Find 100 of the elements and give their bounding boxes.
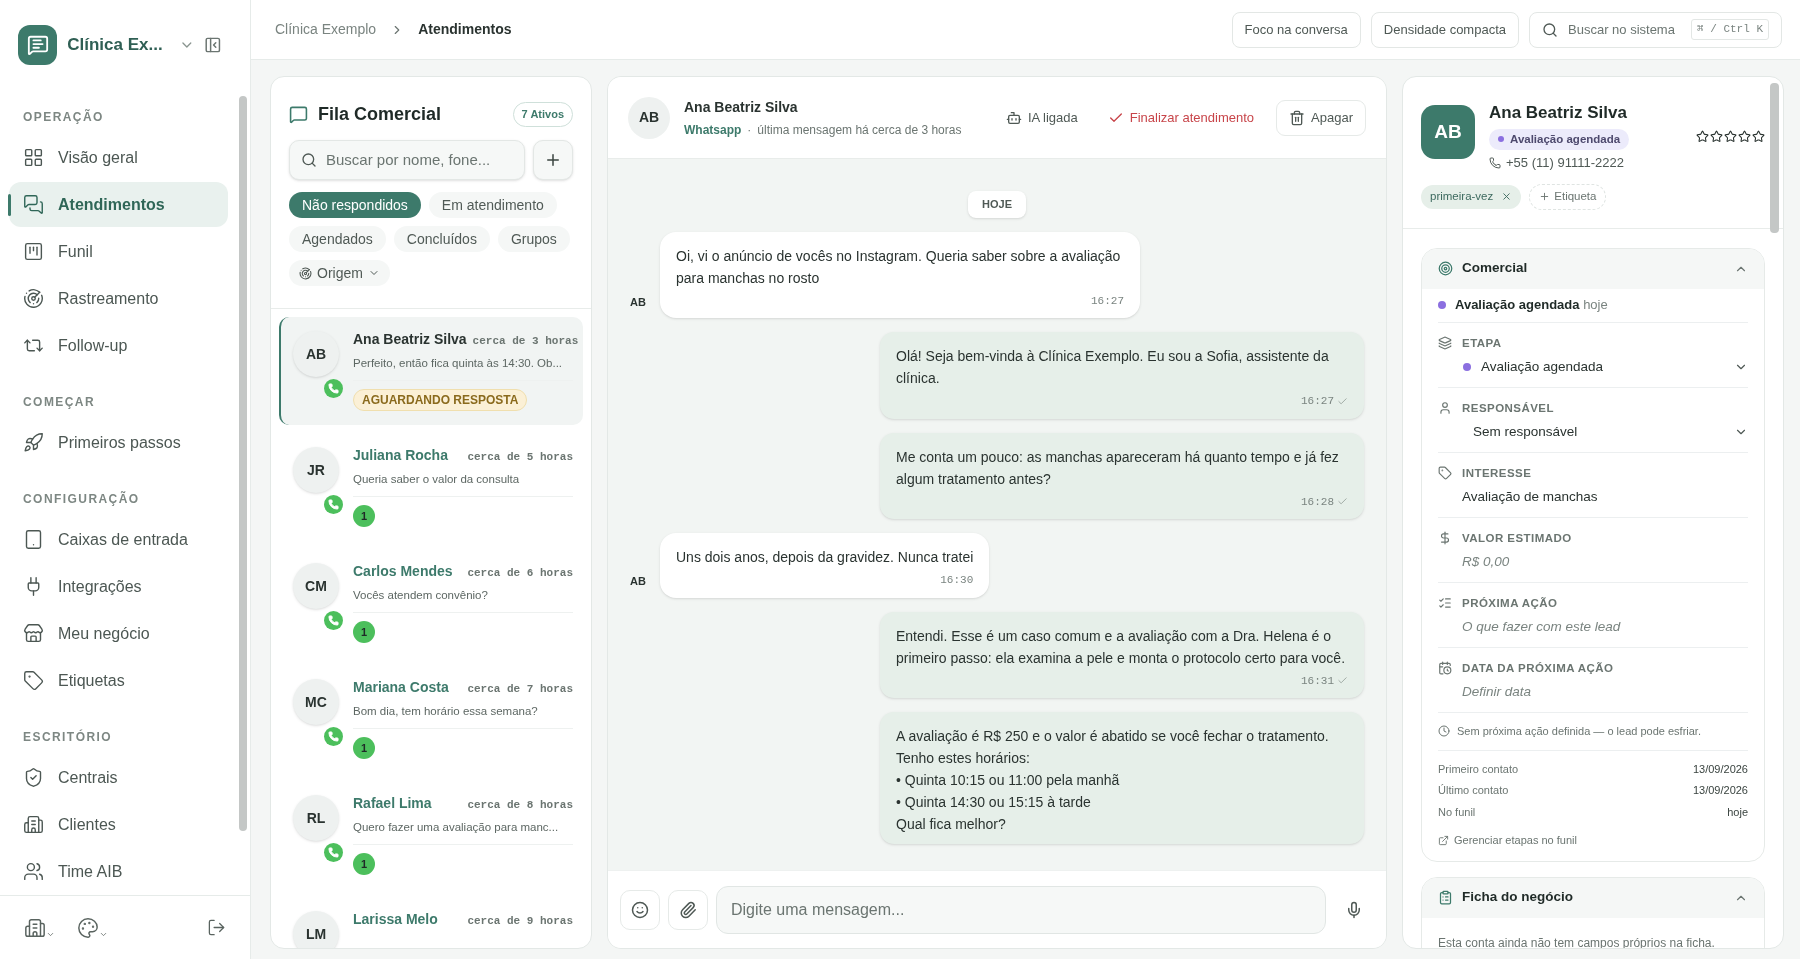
field-label: RESPONSÁVEL xyxy=(1462,400,1555,416)
conversation-item[interactable]: JR Juliana Rocha cerca de 5 horas Queria saber o valor da consulta 1 xyxy=(279,433,583,541)
star-icon[interactable] xyxy=(1724,130,1737,143)
toolbar-button[interactable]: Foco na conversa xyxy=(1231,11,1361,48)
nav-item[interactable]: Etiquetas xyxy=(9,658,228,703)
field-select[interactable]: Avaliação agendada xyxy=(1462,356,1748,377)
conversation-item[interactable]: MC Mariana Costa cerca de 7 horas Bom dia, tem horário essa semana? 1 xyxy=(279,665,583,773)
date-value: 13/09/2026 xyxy=(1692,761,1748,777)
incoming-message: Uns dois anos, depois da gravidez. Nunca tratei 16:30 xyxy=(660,533,990,598)
nav-item[interactable]: Funil xyxy=(9,229,228,274)
stage-badge: Avaliação agendada xyxy=(1489,128,1630,150)
star-icon[interactable] xyxy=(1738,130,1751,143)
conversation-time: cerca de 8 horas xyxy=(467,798,573,813)
nav-item[interactable]: Clientes xyxy=(9,802,228,847)
filter-chip[interactable]: Grupos xyxy=(497,226,570,252)
tablet-icon xyxy=(23,529,44,550)
field-placeholder[interactable]: R$ 0,00 xyxy=(1462,551,1748,572)
delete-button[interactable]: Apagar xyxy=(1276,99,1366,136)
robot-icon xyxy=(1005,109,1022,126)
field-value[interactable]: Avaliação de manchas xyxy=(1462,486,1748,507)
contact-name: Rafael Lima xyxy=(353,794,432,813)
scrollbar[interactable] xyxy=(239,96,247,831)
filter-chip[interactable]: Agendados xyxy=(289,226,386,252)
toolbar-button[interactable]: Densidade compacta xyxy=(1370,11,1519,48)
conversation-item[interactable]: AB Ana Beatriz Silva cerca de 3 horas Perfeito, então fica quinta às 14:30. Ob... AGUARDANDO RESPOSTA xyxy=(279,317,583,425)
search-icon xyxy=(301,152,317,168)
conversation-item[interactable]: CM Carlos Mendes cerca de 6 horas Vocês atendem convênio? 1 xyxy=(279,549,583,657)
breadcrumb-item[interactable]: Clínica Exemplo xyxy=(275,19,377,40)
contact-avatar: AB xyxy=(1421,105,1475,159)
field-select[interactable]: Sem responsável xyxy=(1462,421,1748,442)
manage-stages-link[interactable]: Gerenciar etapas no funil xyxy=(1438,820,1748,861)
filter-chip[interactable]: Não respondidos xyxy=(289,192,421,218)
system-search-field[interactable]: Buscar no sistema ⌘ / Ctrl K xyxy=(1529,11,1782,48)
nav-item[interactable]: Primeiros passos xyxy=(9,420,228,465)
trash-icon xyxy=(1289,109,1306,126)
nav-item[interactable]: Time AIB xyxy=(9,849,228,894)
logout-icon[interactable] xyxy=(207,918,226,937)
avatar: JR xyxy=(293,447,339,493)
nav-item[interactable]: Centrais xyxy=(9,755,228,800)
close-icon[interactable] xyxy=(1501,191,1513,203)
finish-button[interactable]: Finalizar atendimento xyxy=(1099,99,1263,136)
smiley-icon xyxy=(631,900,649,919)
attach-button[interactable] xyxy=(668,889,708,930)
contact-name: Ana Beatriz Silva xyxy=(684,97,799,117)
channel-label: Whatsapp xyxy=(684,121,742,139)
conversation-time: cerca de 3 horas xyxy=(472,334,579,349)
user-icon xyxy=(1438,400,1452,415)
nav-item[interactable]: Rastreamento xyxy=(9,276,228,321)
nav-item[interactable]: Visão geral xyxy=(9,135,228,180)
building-icon xyxy=(23,814,44,835)
workspace-name[interactable]: Clínica Ex... xyxy=(67,32,163,58)
origin-dropdown[interactable]: Origem xyxy=(289,260,390,286)
queue-search-field[interactable]: Buscar por nome, fone... xyxy=(289,140,525,180)
outgoing-message: A avaliação é R$ 250 e o valor é abatido se você fechar o tratamento. Tenho estes horários: • Quinta 10:15 ou 11:00 pela manhã • Quinta 14:30 ou 15:15 à tarde Qual fica melhor? xyxy=(880,712,1364,844)
nav-item[interactable]: Follow-up xyxy=(9,323,228,368)
last-message-info: última mensagem há cerca de 3 horas xyxy=(757,121,962,139)
emoji-button[interactable] xyxy=(620,889,660,930)
message-input[interactable]: Digite uma mensagem... xyxy=(716,885,1326,934)
date-value: 13/09/2026 xyxy=(1692,783,1748,798)
ai-toggle-button[interactable]: IA ligada xyxy=(997,99,1086,136)
conversation-time: cerca de 9 horas xyxy=(467,914,573,929)
filter-chip[interactable]: Em atendimento xyxy=(428,192,557,218)
clipboard-icon xyxy=(1438,890,1453,905)
card-title: Comercial xyxy=(1462,259,1528,278)
contact-name: Mariana Costa xyxy=(353,678,449,697)
filter-chip[interactable]: Concluídos xyxy=(393,226,490,252)
nav-item[interactable]: Integrações xyxy=(9,564,228,609)
avatar: LM xyxy=(293,911,339,948)
conversation-item[interactable]: RL Rafael Lima cerca de 8 horas Quero fazer uma avaliação para manc... 1 xyxy=(279,781,583,889)
star-icon[interactable] xyxy=(1696,130,1709,143)
radar-icon xyxy=(299,266,312,280)
palette-icon[interactable] xyxy=(77,916,108,939)
add-button[interactable] xyxy=(533,140,573,180)
message-preview: Perfeito, então fica quinta às 14:30. Ob... xyxy=(353,355,573,382)
field-placeholder[interactable]: O que fazer com este lead xyxy=(1462,616,1748,637)
conversation-item[interactable]: LM Larissa Melo cerca de 9 horas xyxy=(279,897,583,948)
search-icon xyxy=(1542,21,1558,38)
nav-item[interactable]: Meu negócio xyxy=(9,611,228,656)
tag-chip[interactable]: primeira-vez xyxy=(1421,185,1522,209)
card-title: Ficha do negócio xyxy=(1462,888,1573,907)
star-icon[interactable] xyxy=(1710,130,1723,143)
star-rating[interactable] xyxy=(1696,130,1765,143)
stage-summary: Avaliação agendada hoje xyxy=(1455,296,1608,315)
sender-initials: AB xyxy=(630,294,647,310)
collapse-sidebar-icon[interactable] xyxy=(204,36,222,54)
nav-item[interactable]: Atendimentos xyxy=(9,182,228,227)
unread-count: 1 xyxy=(353,505,375,528)
avatar: MC xyxy=(293,679,339,725)
sender-initials: AB xyxy=(630,574,647,589)
building-icon[interactable] xyxy=(24,916,55,939)
section-heading: OPERAÇÃO xyxy=(22,108,105,126)
users-icon xyxy=(23,861,44,882)
field-label: PRÓXIMA AÇÃO xyxy=(1462,595,1559,611)
star-icon[interactable] xyxy=(1752,130,1765,143)
checklist-icon xyxy=(1438,595,1452,610)
paperclip-icon xyxy=(679,900,697,919)
grid-icon xyxy=(23,147,44,168)
scrollbar[interactable] xyxy=(1770,83,1779,233)
nav-item[interactable]: Caixas de entrada xyxy=(9,517,228,562)
field-placeholder[interactable]: Definir data xyxy=(1462,681,1748,702)
